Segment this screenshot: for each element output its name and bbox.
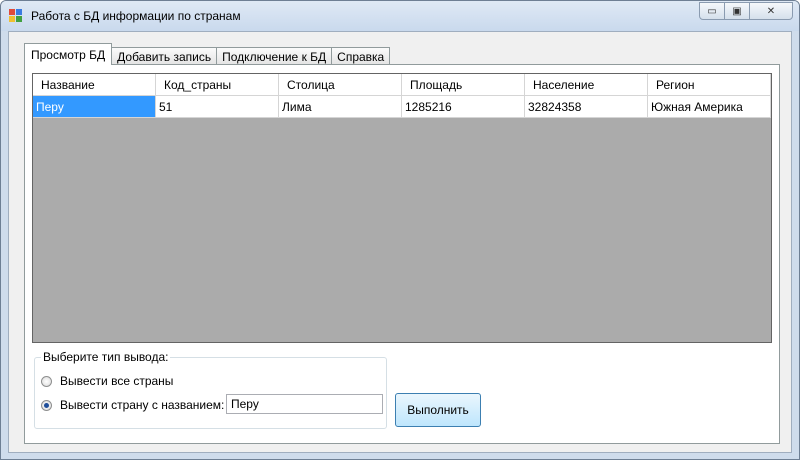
tab-help[interactable]: Справка bbox=[331, 47, 391, 65]
tab-view-db[interactable]: Просмотр БД bbox=[24, 43, 113, 65]
country-name-input[interactable] bbox=[226, 394, 383, 414]
radio-all-icon[interactable] bbox=[41, 375, 52, 387]
tab-panel-view-db: Название Код_страны Столица Площадь Насе… bbox=[24, 64, 780, 444]
tab-connect-db[interactable]: Подключение к БД bbox=[216, 47, 333, 65]
radio-by-name-icon[interactable] bbox=[41, 399, 52, 411]
grid-cell-capital[interactable]: Лима bbox=[279, 96, 402, 118]
grid-cell-name[interactable]: Перу bbox=[33, 96, 156, 118]
window-title: Работа с БД информации по странам bbox=[31, 9, 241, 23]
radio-all-label[interactable]: Вывести все страны bbox=[60, 374, 173, 388]
execute-button[interactable]: Выполнить bbox=[395, 393, 481, 427]
close-button[interactable]: ✕ bbox=[749, 2, 793, 20]
close-icon: ✕ bbox=[766, 5, 776, 17]
column-header-capital[interactable]: Столица bbox=[279, 74, 402, 96]
column-header-code[interactable]: Код_страны bbox=[156, 74, 279, 96]
grid-cell-code[interactable]: 51 bbox=[156, 96, 279, 118]
app-icon bbox=[9, 9, 22, 22]
client-area: Просмотр БД Добавить запись Подключение … bbox=[8, 31, 792, 453]
column-header-population[interactable]: Население bbox=[525, 74, 648, 96]
group-legend: Выберите тип вывода: bbox=[41, 350, 171, 364]
tab-strip: Просмотр БД Добавить запись Подключение … bbox=[24, 43, 391, 65]
radio-by-name-label[interactable]: Вывести страну с названием: bbox=[60, 398, 224, 412]
minimize-icon: ▭ bbox=[707, 5, 717, 17]
main-window: Работа с БД информации по странам ▭ ▣ ✕ … bbox=[0, 0, 800, 460]
title-bar[interactable]: Работа с БД информации по странам ▭ ▣ ✕ bbox=[1, 1, 799, 31]
tab-add-record[interactable]: Добавить запись bbox=[111, 47, 218, 65]
grid-header-row: Название Код_страны Столица Площадь Насе… bbox=[33, 74, 771, 96]
window-controls: ▭ ▣ ✕ bbox=[699, 2, 793, 20]
table-row[interactable]: Перу 51 Лима 1285216 32824358 Южная Амер… bbox=[33, 96, 771, 118]
column-header-name[interactable]: Название bbox=[33, 74, 156, 96]
radio-all-countries[interactable]: Вывести все страны bbox=[41, 374, 173, 388]
output-type-group: Выберите тип вывода: Вывести все страны … bbox=[34, 350, 387, 429]
column-header-area[interactable]: Площадь bbox=[402, 74, 525, 96]
grid-cell-area[interactable]: 1285216 bbox=[402, 96, 525, 118]
maximize-icon: ▣ bbox=[732, 5, 742, 17]
column-header-region[interactable]: Регион bbox=[648, 74, 771, 96]
radio-country-by-name[interactable]: Вывести страну с названием: bbox=[41, 398, 224, 412]
grid-cell-population[interactable]: 32824358 bbox=[525, 96, 648, 118]
grid-cell-region[interactable]: Южная Америка bbox=[648, 96, 771, 118]
minimize-button[interactable]: ▭ bbox=[699, 2, 725, 20]
maximize-button[interactable]: ▣ bbox=[724, 2, 750, 20]
data-grid[interactable]: Название Код_страны Столица Площадь Насе… bbox=[32, 73, 772, 343]
